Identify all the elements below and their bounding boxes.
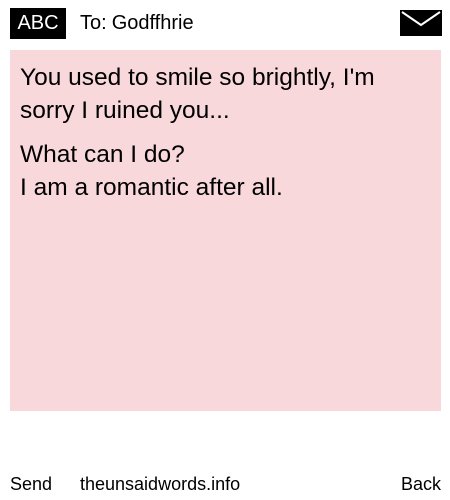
- recipient-name: Godffhrie: [111, 12, 194, 34]
- message-line: sorry I ruined you...: [20, 97, 230, 124]
- site-credit: theunsaidwords.info: [80, 474, 241, 494]
- message-paragraph: You used to smile so brightly, I'm sorry…: [20, 61, 431, 127]
- message-paragraph: What can I do? I am a romantic after all…: [20, 138, 431, 204]
- message-line: I am a romantic after all.: [20, 174, 283, 201]
- recipient-field[interactable]: To: Godffhrie: [80, 8, 194, 39]
- phone-message-screen: ABC To: Godffhrie You used to smile so br…: [0, 0, 450, 500]
- envelope-icon-graphic: [400, 10, 442, 36]
- message-line: You used to smile so brightly, I'm: [20, 64, 375, 91]
- message-header: ABC To: Godffhrie: [0, 0, 450, 46]
- envelope-icon[interactable]: [400, 10, 442, 36]
- message-line: What can I do?: [20, 141, 185, 168]
- to-label: To:: [80, 12, 107, 34]
- input-mode-badge[interactable]: ABC: [10, 8, 66, 39]
- message-body[interactable]: You used to smile so brightly, I'm sorry…: [10, 50, 441, 411]
- send-button[interactable]: Send: [10, 468, 52, 500]
- back-button[interactable]: Back: [401, 468, 441, 500]
- softkey-bar: Send theunsaidwords.info Back: [0, 468, 450, 500]
